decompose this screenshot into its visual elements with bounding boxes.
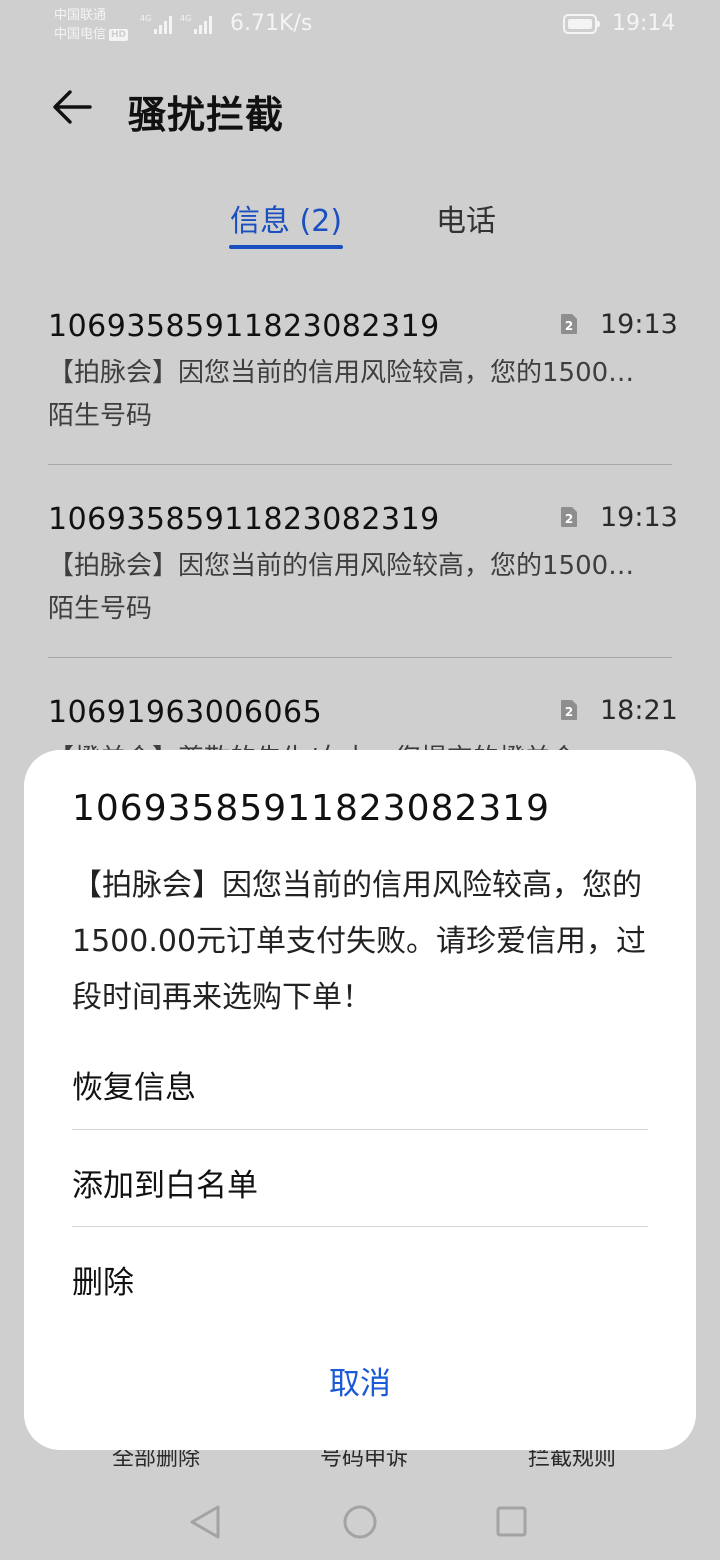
sim-card-icon: 2	[561, 314, 577, 334]
message-time: 18:21	[600, 695, 678, 726]
sim-card-icon: 2	[561, 700, 577, 720]
sheet-sender-number: 10693585911823082319	[72, 788, 551, 829]
divider	[48, 657, 672, 658]
hd-badge: HD	[109, 29, 129, 41]
signal-icon: 4G	[140, 14, 172, 34]
list-item[interactable]: 10691963006065 2 18:21 【橙羊会】尊敬的先生/女士，您提交…	[48, 695, 678, 774]
signal-icon: 4G	[180, 14, 212, 34]
add-to-whitelist-option[interactable]: 添加到白名单	[72, 1160, 258, 1205]
sheet-message-body: 【拍脉会】因您当前的信用风险较高，您的1500.00元订单支付失败。请珍爱信用，…	[72, 868, 647, 1015]
carrier-2: 中国电信	[54, 27, 107, 42]
message-time: 19:13	[600, 502, 678, 533]
divider	[72, 1226, 648, 1227]
restore-message-option[interactable]: 恢复信息	[72, 1062, 196, 1107]
sender-number: 10691963006065	[48, 695, 323, 730]
message-action-sheet: 10693585911823082319 【拍脉会】因您当前的信用风险较高，您的…	[24, 750, 696, 1450]
svg-text:2: 2	[565, 512, 573, 526]
sender-number: 10693585911823082319	[48, 502, 440, 537]
carrier-1: 中国联通	[54, 8, 107, 23]
message-preview: 【拍脉会】因您当前的信用风险较高，您的1500…	[48, 358, 635, 388]
battery-icon	[563, 14, 600, 34]
page-title: 骚扰拦截	[128, 93, 285, 137]
divider	[48, 464, 672, 465]
system-nav-bar	[190, 1505, 527, 1539]
svg-text:2: 2	[565, 319, 573, 333]
message-preview: 【拍脉会】因您当前的信用风险较高，您的1500…	[48, 551, 635, 581]
carrier-info: 中国联通 中国电信 HD	[54, 6, 129, 44]
message-time: 19:13	[600, 309, 678, 340]
message-tag: 陌生号码	[48, 401, 153, 431]
message-tag: 陌生号码	[48, 594, 153, 624]
list-item[interactable]: 10693585911823082319 2 19:13 【拍脉会】因您当前的信…	[48, 309, 678, 439]
tab-calls[interactable]: 电话	[436, 196, 496, 240]
status-time: 19:14	[612, 11, 676, 36]
svg-text:2: 2	[565, 705, 573, 719]
sim-card-icon: 2	[561, 507, 577, 527]
svg-text:4G: 4G	[140, 14, 151, 23]
nav-home-icon[interactable]	[343, 1505, 377, 1539]
nav-back-icon[interactable]	[190, 1505, 220, 1539]
tab-messages[interactable]: 信息 (2)	[230, 196, 342, 240]
network-speed: 6.71K/s	[230, 11, 313, 36]
nav-recents-icon[interactable]	[496, 1506, 527, 1537]
sender-number: 10693585911823082319	[48, 309, 440, 344]
svg-text:4G: 4G	[180, 14, 191, 23]
list-item[interactable]: 10693585911823082319 2 19:13 【拍脉会】因您当前的信…	[48, 502, 678, 632]
status-bar: 中国联通 中国电信 HD 4G 4G 6.71K/s 19:14	[0, 0, 720, 52]
active-tab-indicator	[229, 245, 343, 249]
delete-option[interactable]: 删除	[72, 1257, 134, 1302]
divider	[72, 1129, 648, 1130]
cancel-button[interactable]: 取消	[24, 1358, 696, 1403]
arrow-left-icon[interactable]	[48, 83, 96, 131]
